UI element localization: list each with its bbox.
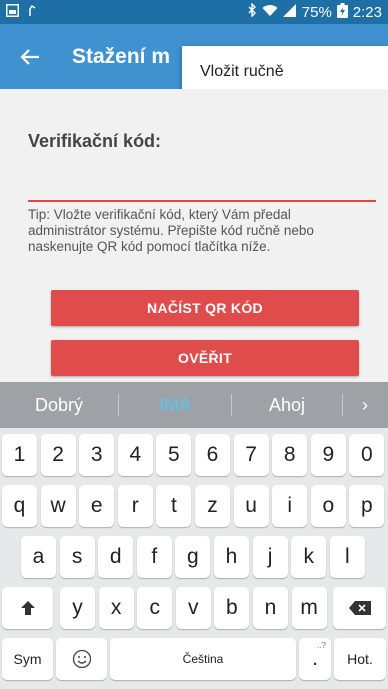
emoji-key[interactable] [56, 638, 107, 680]
tip-text: Tip: Vložte verifikační kód, který Vám p… [28, 207, 314, 254]
key-4[interactable]: 4 [117, 434, 153, 476]
key-g[interactable]: g [175, 536, 211, 578]
key-a[interactable]: a [21, 536, 56, 578]
key-n[interactable]: n [253, 587, 288, 629]
key-v[interactable]: v [175, 587, 211, 629]
key-row-qwertz: qwertzuiop [0, 485, 388, 527]
shift-arrow-icon [20, 601, 35, 615]
key-row-bottom: Sym Čeština . ..? Hot. [0, 638, 388, 680]
key-1[interactable]: 1 [2, 434, 37, 476]
chevron-right-icon[interactable]: › [343, 395, 387, 416]
wifi-icon [262, 4, 278, 21]
key-f[interactable]: f [136, 536, 172, 578]
period-hint: ..? [317, 641, 326, 650]
key-h[interactable]: h [214, 536, 249, 578]
key-9[interactable]: 9 [310, 434, 346, 476]
key-d[interactable]: d [98, 536, 134, 578]
key-q[interactable]: q [2, 485, 37, 527]
key-8[interactable]: 8 [272, 434, 308, 476]
key-l[interactable]: l [329, 536, 365, 578]
key-5[interactable]: 5 [156, 434, 192, 476]
soft-keyboard: Dobrý IMA Ahoj › 1234567890 qwertzuiop a… [0, 382, 388, 689]
period-label: . [312, 647, 318, 670]
page-title: Stažení m [72, 44, 171, 68]
suggestion-ima[interactable]: IMA [119, 395, 231, 416]
key-2[interactable]: 2 [40, 434, 76, 476]
key-p[interactable]: p [349, 485, 385, 527]
key-i[interactable]: i [272, 485, 308, 527]
sym-key[interactable]: Sym [2, 638, 53, 680]
key-row-yxcv: yxcvbnm [0, 587, 388, 629]
key-t[interactable]: t [156, 485, 192, 527]
clock: 2:23 [352, 3, 382, 21]
back-button[interactable] [6, 33, 54, 81]
key-r[interactable]: r [117, 485, 153, 527]
key-row-asdf: asdfghjkl [0, 536, 388, 578]
key-6[interactable]: 6 [195, 434, 230, 476]
emoji-smiley-icon [72, 649, 91, 669]
arrow-back-icon [20, 48, 39, 65]
done-key[interactable]: Hot. [334, 638, 386, 680]
verification-form: Verifikační kód: Tip: Vložte verifikační… [0, 89, 388, 382]
key-row-numbers: 1234567890 [0, 434, 388, 476]
key-e[interactable]: e [79, 485, 115, 527]
status-bar: 75% 2:23 [0, 0, 388, 24]
key-y[interactable]: y [60, 587, 95, 629]
scan-qr-button[interactable]: NAČÍST QR KÓD [51, 290, 359, 326]
battery-percent: 75% [301, 3, 332, 21]
key-0[interactable]: 0 [349, 434, 385, 476]
status-right-icons: 75% 2:23 [248, 2, 382, 22]
key-k[interactable]: k [291, 536, 327, 578]
bluetooth-icon [248, 2, 257, 21]
verification-code-input[interactable] [28, 166, 376, 202]
key-3[interactable]: 3 [79, 434, 115, 476]
backspace-key[interactable] [333, 587, 386, 629]
verify-button[interactable]: OVĚŘIT [51, 340, 359, 376]
battery-charging-icon [336, 2, 348, 22]
key-o[interactable]: o [310, 485, 346, 527]
status-left-icons [6, 3, 38, 21]
key-w[interactable]: w [40, 485, 76, 527]
suggestion-bar: Dobrý IMA Ahoj › [0, 382, 388, 428]
key-z[interactable]: z [195, 485, 230, 527]
key-s[interactable]: s [59, 536, 95, 578]
backspace-icon [348, 601, 371, 615]
gallery-notification-icon [6, 3, 19, 21]
verification-code-label: Verifikační kód: [28, 131, 162, 151]
key-m[interactable]: m [291, 587, 327, 629]
key-7[interactable]: 7 [233, 434, 269, 476]
key-u[interactable]: u [233, 485, 269, 527]
key-b[interactable]: b [214, 587, 250, 629]
shift-key[interactable] [2, 587, 53, 629]
key-c[interactable]: c [137, 587, 173, 629]
suggestion-dobry[interactable]: Dobrý [0, 395, 118, 416]
period-key[interactable]: . ..? [299, 638, 331, 680]
notification-hand-icon [28, 3, 38, 21]
signal-icon [282, 3, 297, 21]
suggestion-ahoj[interactable]: Ahoj [232, 395, 342, 416]
key-j[interactable]: j [252, 536, 288, 578]
space-key[interactable]: Čeština [110, 638, 296, 680]
key-x[interactable]: x [98, 587, 134, 629]
